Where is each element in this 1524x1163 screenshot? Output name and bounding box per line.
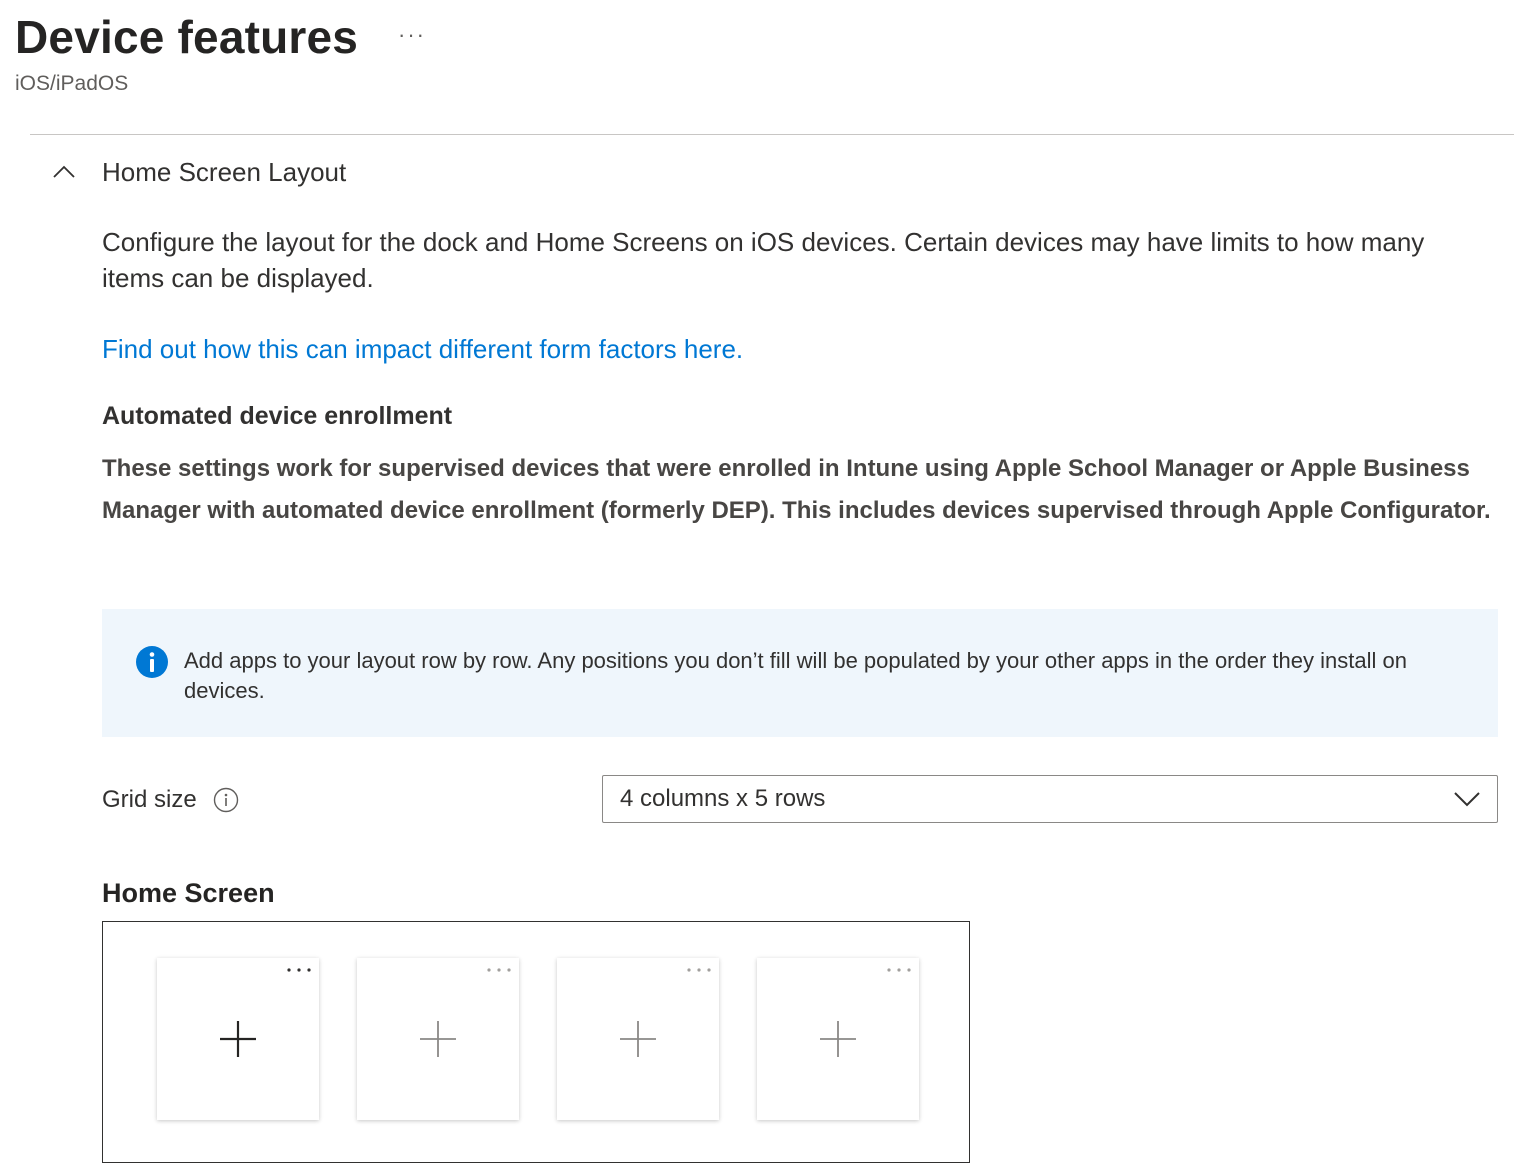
- plus-icon: [820, 1021, 856, 1057]
- grid-size-label-text: Grid size: [102, 786, 197, 813]
- section-title: Home Screen Layout: [102, 156, 347, 187]
- section-toggle-home-screen-layout[interactable]: Home Screen Layout: [50, 152, 346, 192]
- more-options-icon[interactable]: [885, 966, 913, 974]
- add-app-tile[interactable]: [757, 958, 919, 1120]
- info-tooltip-icon[interactable]: [213, 787, 239, 813]
- more-options-icon[interactable]: [285, 966, 313, 974]
- more-options-icon[interactable]: [485, 966, 513, 974]
- page-title: Device features: [15, 11, 359, 63]
- grid-size-dropdown[interactable]: 4 columns x 5 rows: [602, 775, 1498, 823]
- more-options-icon[interactable]: [685, 966, 713, 974]
- home-screen-grid: [102, 921, 970, 1163]
- plus-icon: [420, 1021, 456, 1057]
- grid-size-selected-value: 4 columns x 5 rows: [620, 785, 826, 812]
- chevron-down-icon: [1454, 792, 1480, 807]
- header-divider: [30, 134, 1514, 135]
- info-banner: Add apps to your layout row by row. Any …: [102, 609, 1498, 737]
- page-subtitle: iOS/iPadOS: [15, 72, 129, 95]
- form-factors-link[interactable]: Find out how this can impact different f…: [102, 334, 743, 365]
- ade-description: These settings work for supervised devic…: [102, 455, 1491, 524]
- chevron-up-icon: [53, 165, 75, 178]
- add-app-tile[interactable]: [357, 958, 519, 1120]
- plus-icon: [220, 1021, 256, 1057]
- plus-icon: [620, 1021, 656, 1057]
- grid-size-label: Grid size: [102, 786, 239, 814]
- add-app-tile[interactable]: [557, 958, 719, 1120]
- section-description: Configure the layout for the dock and Ho…: [102, 227, 1425, 293]
- ade-heading: Automated device enrollment: [102, 402, 453, 430]
- add-app-tile[interactable]: [157, 958, 319, 1120]
- info-banner-text: Add apps to your layout row by row. Any …: [184, 648, 1407, 703]
- info-icon: [136, 646, 168, 678]
- more-options-button[interactable]: ···: [398, 22, 426, 48]
- home-screen-heading: Home Screen: [102, 878, 275, 908]
